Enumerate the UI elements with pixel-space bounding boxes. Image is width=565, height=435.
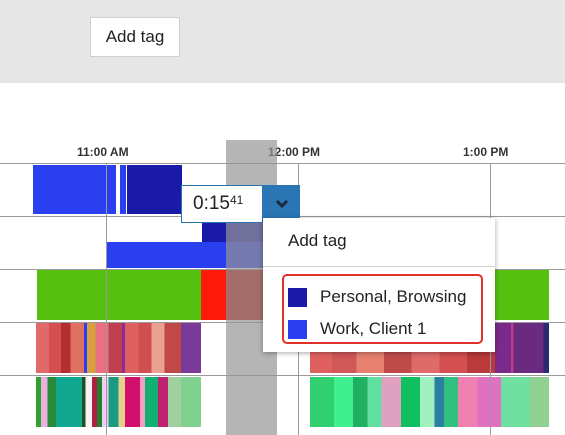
tag-option-personal-browsing[interactable]: Personal, Browsing xyxy=(288,286,466,308)
activity-block[interactable] xyxy=(127,165,182,214)
duration-main: 0:15 xyxy=(193,193,230,214)
menu-add-tag[interactable]: Add tag xyxy=(288,231,347,251)
tag-label: Work, Client 1 xyxy=(320,319,427,338)
row-divider xyxy=(0,375,565,376)
activity-block[interactable] xyxy=(120,165,126,214)
activity-block[interactable] xyxy=(37,270,201,320)
selection-duration: 0:15 41 xyxy=(181,185,263,223)
activity-block[interactable] xyxy=(310,352,495,373)
duration-seconds: 41 xyxy=(229,193,244,207)
activity-block[interactable] xyxy=(495,270,549,320)
activity-block[interactable] xyxy=(36,323,201,373)
row-divider xyxy=(0,163,565,164)
tag-label: Personal, Browsing xyxy=(320,287,467,306)
activity-block[interactable] xyxy=(495,323,549,373)
activity-block[interactable] xyxy=(310,377,549,427)
tag-color-swatch xyxy=(288,287,307,307)
tag-dropdown-menu: Add tag Personal, Browsing Work, Client … xyxy=(263,218,495,352)
hour-gridline xyxy=(106,163,107,435)
time-label-1pm: 1:00 PM xyxy=(463,145,509,159)
activity-block[interactable] xyxy=(36,377,201,427)
menu-divider xyxy=(263,266,495,267)
activity-block[interactable] xyxy=(201,270,226,320)
activity-block[interactable] xyxy=(33,165,116,214)
tag-option-work-client-1[interactable]: Work, Client 1 xyxy=(288,318,426,340)
chevron-down-icon xyxy=(275,199,288,209)
tag-color-swatch xyxy=(288,319,307,339)
time-label-11am: 11:00 AM xyxy=(77,145,129,159)
